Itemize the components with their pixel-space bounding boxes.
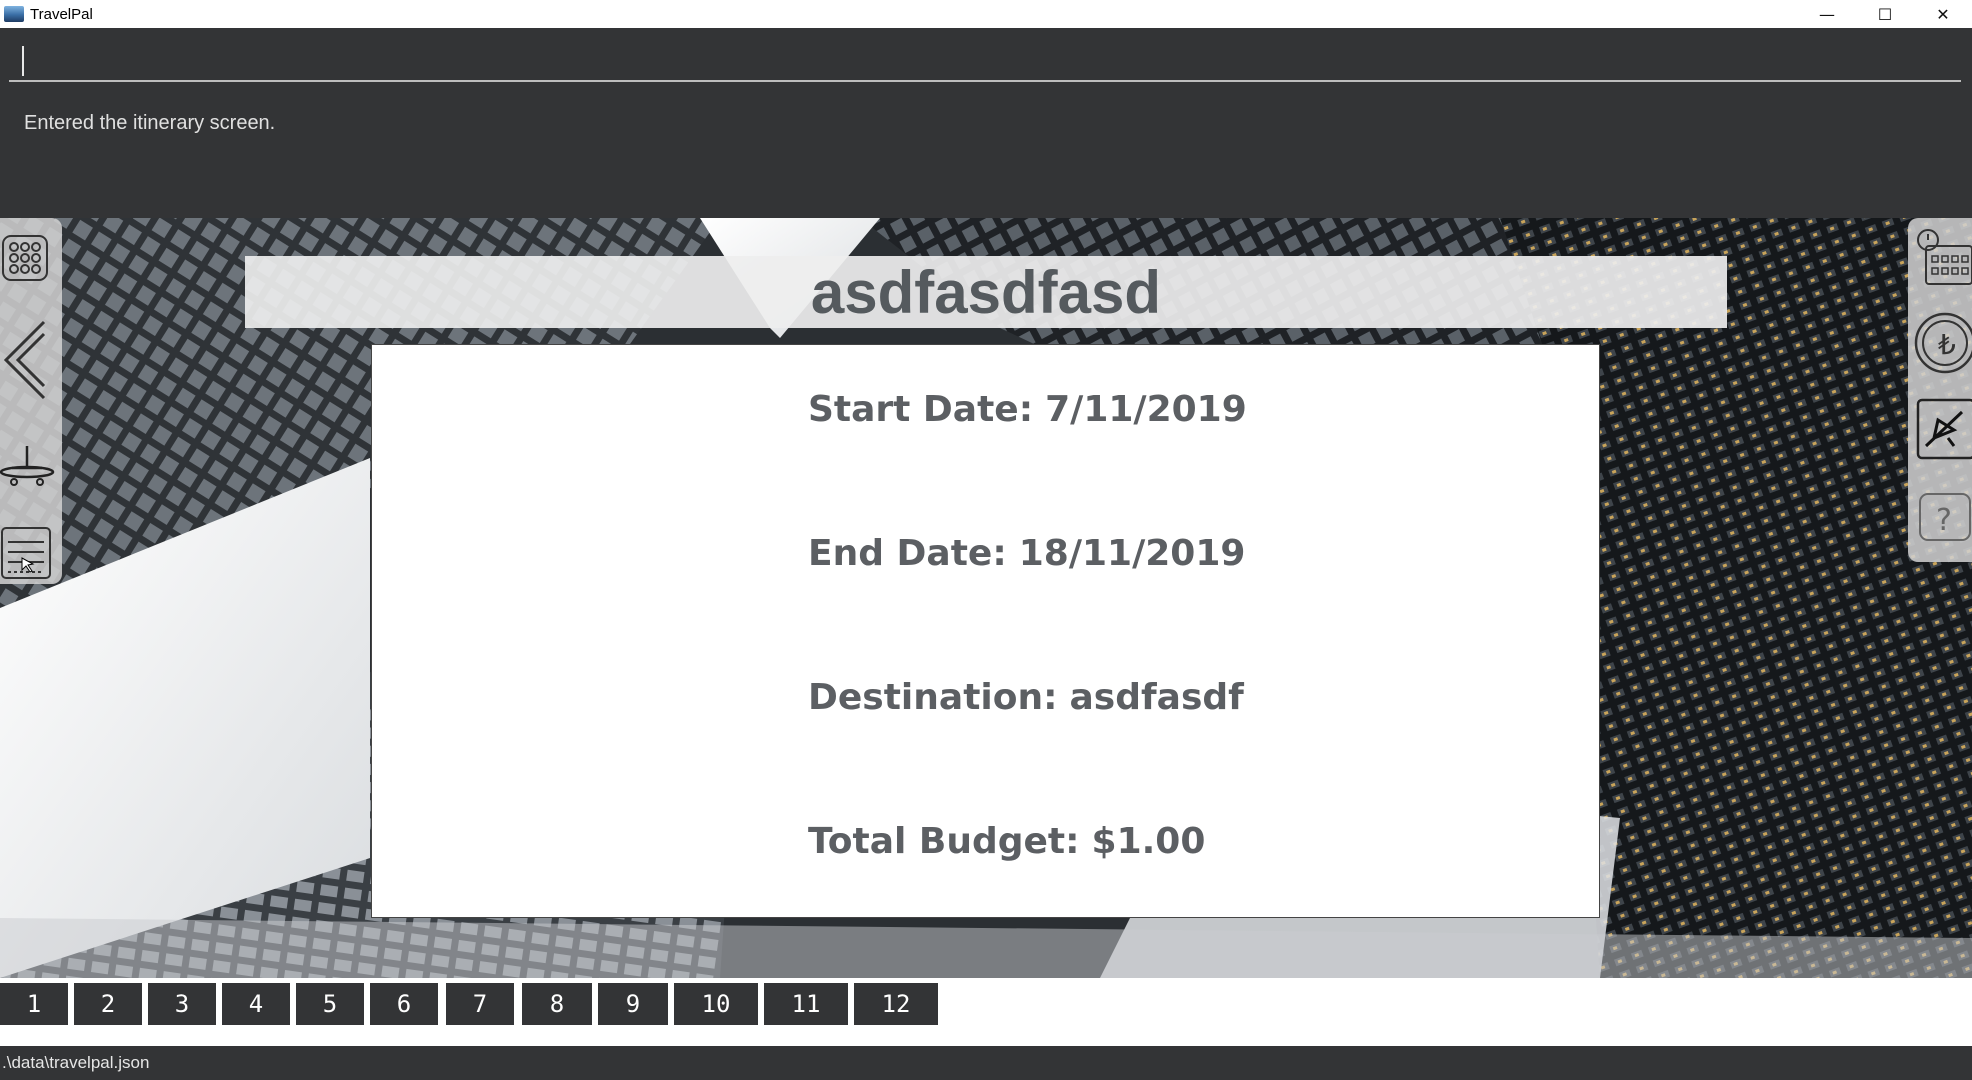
close-button[interactable]: ✕ (1914, 0, 1972, 28)
flight-icon (1916, 398, 1972, 460)
start-date-label: Start Date: (808, 389, 1034, 430)
destination-row: Destination: asdfasdf (808, 677, 1244, 718)
itinerary-view: asdfasdfasd Start Date: 7/11/2019 End Da… (0, 218, 1972, 978)
day-tab-7[interactable]: 7 (446, 983, 514, 1025)
total-budget-value: $1.00 (1091, 821, 1206, 862)
airplane-icon (0, 446, 55, 486)
grid-button[interactable] (0, 232, 50, 284)
back-button[interactable] (0, 318, 50, 402)
left-sidebar (0, 218, 62, 584)
day-tab-3[interactable]: 3 (148, 983, 216, 1025)
day-tab-8[interactable]: 8 (522, 983, 592, 1025)
minimize-button[interactable]: — (1798, 0, 1856, 28)
status-bar: .\data\travelpal.json (0, 1046, 1972, 1080)
day-tab-5[interactable]: 5 (296, 983, 364, 1025)
window-title: TravelPal (30, 5, 93, 23)
calendar-button[interactable] (1914, 226, 1972, 288)
end-date-label: End Date: (808, 533, 1007, 574)
start-date-row: Start Date: 7/11/2019 (808, 389, 1247, 430)
destination-value: asdfasdf (1069, 677, 1244, 718)
back-arrow-icon (3, 320, 46, 400)
day-tab-4[interactable]: 4 (222, 983, 290, 1025)
destination-label: Destination: (808, 677, 1058, 718)
svg-text:?: ? (1936, 503, 1952, 538)
day-tab-10[interactable]: 10 (674, 983, 758, 1025)
travelpal-window: TravelPal — ☐ ✕ Entered the itinerary sc… (0, 0, 1972, 1080)
grid-icon (2, 235, 48, 281)
text-cursor (22, 46, 24, 76)
day-tab-11[interactable]: 11 (764, 983, 848, 1025)
list-icon (1, 527, 51, 579)
end-date-value: 18/11/2019 (1018, 533, 1246, 574)
itinerary-name-banner: asdfasdfasd (245, 256, 1727, 328)
day-tab-1[interactable]: 1 (0, 983, 68, 1025)
svg-text:₺: ₺ (1938, 328, 1956, 361)
day-tab-12[interactable]: 12 (854, 983, 938, 1025)
app-logo-icon (4, 6, 24, 22)
end-date-row: End Date: 18/11/2019 (808, 533, 1245, 574)
command-area: Entered the itinerary screen. (0, 28, 1972, 218)
day-tabs-bar: 1 2 3 4 5 6 7 8 9 10 11 12 (0, 978, 1972, 1046)
start-date-value: 7/11/2019 (1045, 389, 1247, 430)
currency-icon: ₺ (1914, 312, 1972, 374)
help-icon: ? (1919, 493, 1971, 541)
flight-button[interactable] (1914, 398, 1972, 464)
window-controls: — ☐ ✕ (1798, 0, 1972, 28)
file-path: .\data\travelpal.json (2, 1053, 150, 1072)
day-tab-2[interactable]: 2 (74, 983, 142, 1025)
total-budget-label: Total Budget: (808, 821, 1080, 862)
expenditure-button[interactable]: ₺ (1912, 310, 1972, 376)
total-budget-row: Total Budget: $1.00 (808, 821, 1205, 862)
day-tab-6[interactable]: 6 (370, 983, 438, 1025)
result-message: Entered the itinerary screen. (24, 112, 276, 134)
right-sidebar: ₺ ? (1908, 218, 1972, 562)
maximize-button[interactable]: ☐ (1856, 0, 1914, 28)
day-tab-9[interactable]: 9 (598, 983, 668, 1025)
command-input[interactable] (9, 38, 1961, 82)
calendar-clock-icon (1917, 229, 1972, 285)
itinerary-details-card: Start Date: 7/11/2019 End Date: 18/11/20… (371, 344, 1600, 918)
help-button[interactable]: ? (1914, 490, 1972, 546)
list-button[interactable] (0, 526, 52, 582)
title-bar: TravelPal — ☐ ✕ (0, 0, 1972, 28)
trips-button[interactable] (0, 440, 56, 490)
itinerary-name: asdfasdfasd (810, 258, 1162, 326)
